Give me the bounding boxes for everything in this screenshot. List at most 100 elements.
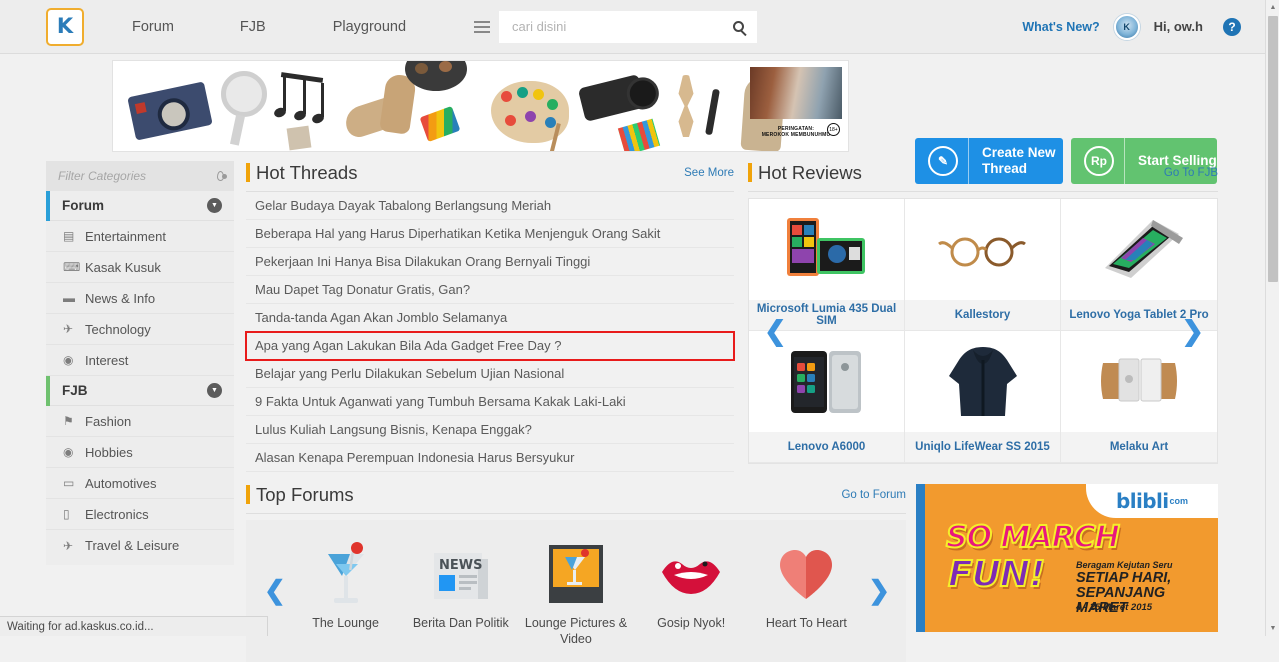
nav-link-playground[interactable]: Playground bbox=[323, 19, 416, 35]
reviews-next-arrow-icon[interactable]: ❯ bbox=[1181, 318, 1204, 345]
help-icon[interactable]: ? bbox=[1223, 18, 1241, 36]
laptop-stand-icon bbox=[1093, 351, 1185, 411]
avatar[interactable]: K bbox=[1114, 14, 1140, 40]
category-sidebar: Forum ▼ ▤ Entertainment ⌨ Kasak Kusuk ▬ … bbox=[46, 161, 234, 565]
group-accent-bar bbox=[46, 191, 50, 221]
thread-item[interactable]: Gelar Budaya Dayak Tabalong Berlangsung … bbox=[246, 192, 734, 220]
photo-icon bbox=[545, 543, 607, 607]
forum-icon: NEWS bbox=[405, 538, 517, 612]
banner-music-notes bbox=[281, 75, 341, 125]
search-field[interactable] bbox=[499, 11, 757, 43]
forum-card[interactable]: Gosip Nyok! bbox=[635, 538, 747, 632]
cigarette-warning-text: PERINGATAN: MEROKOK MEMBUNUHMU bbox=[762, 126, 831, 139]
blibli-logo: blibli com bbox=[1086, 484, 1218, 518]
review-name[interactable]: Uniqlo LifeWear SS 2015 bbox=[905, 432, 1060, 462]
search-input[interactable] bbox=[510, 18, 733, 35]
sidebar-item-interest[interactable]: ◉ Interest bbox=[46, 345, 234, 376]
banner-mirror-handle bbox=[230, 114, 245, 145]
filter-categories-input[interactable] bbox=[56, 168, 217, 184]
sidebar-item-label: Entertainment bbox=[85, 229, 166, 244]
thread-item[interactable]: Pekerjaan Ini Hanya Bisa Dilakukan Orang… bbox=[246, 248, 734, 276]
filter-categories-box[interactable] bbox=[46, 161, 234, 191]
forums-next-arrow-icon[interactable]: ❯ bbox=[868, 575, 890, 606]
thread-item[interactable]: Alasan Kenapa Perempuan Indonesia Harus … bbox=[246, 444, 734, 472]
banner-glasses-object bbox=[420, 106, 461, 142]
scroll-down-arrow-icon[interactable]: ▼ bbox=[1266, 621, 1279, 636]
sidebar-item-news-info[interactable]: ▬ News & Info bbox=[46, 283, 234, 314]
sidebar-item-entertainment[interactable]: ▤ Entertainment bbox=[46, 221, 234, 252]
review-name[interactable]: Lenovo A6000 bbox=[749, 432, 904, 462]
sidebar-item-electronics[interactable]: ▯ Electronics bbox=[46, 499, 234, 530]
sidebar-item-technology[interactable]: ✈ Technology bbox=[46, 314, 234, 345]
whats-new-link[interactable]: What's New? bbox=[1022, 20, 1099, 34]
sidebar-group-fjb[interactable]: FJB ▼ bbox=[46, 376, 234, 406]
forum-card[interactable]: Lounge Pictures & Video bbox=[520, 538, 632, 647]
review-card[interactable]: Lenovo Yoga Tablet 2 Pro bbox=[1061, 199, 1217, 331]
forum-card[interactable]: NEWS Berita Dan Politik bbox=[405, 538, 517, 632]
ad-subtext-3: 4 - 25 Maret 2015 bbox=[1076, 602, 1152, 613]
review-card[interactable]: Uniqlo LifeWear SS 2015 bbox=[905, 331, 1061, 463]
search-icon[interactable] bbox=[733, 21, 744, 32]
review-image bbox=[1061, 331, 1217, 432]
kaskus-logo[interactable]: K bbox=[46, 8, 84, 46]
blibli-ad-banner[interactable]: blibli com SO MARCH FUN! Beragam Kejutan… bbox=[916, 484, 1218, 632]
thread-item[interactable]: Mau Dapet Tag Donatur Gratis, Gan? bbox=[246, 276, 734, 304]
go-to-forum-link[interactable]: Go to Forum bbox=[841, 489, 906, 501]
review-image bbox=[749, 199, 904, 300]
airplane-icon: ✈ bbox=[63, 539, 85, 553]
device-icon: ▯ bbox=[63, 507, 85, 521]
sidebar-group-forum-label: Forum bbox=[62, 198, 104, 213]
page-scrollbar[interactable]: ▲ ▼ bbox=[1265, 0, 1279, 636]
chevron-down-icon[interactable]: ▼ bbox=[207, 383, 222, 398]
hot-reviews-title: Hot Reviews bbox=[748, 160, 862, 186]
review-image bbox=[905, 199, 1060, 300]
forums-prev-arrow-icon[interactable]: ❮ bbox=[264, 575, 286, 606]
forum-label: Berita Dan Politik bbox=[405, 616, 517, 632]
hanger-icon: ⚑ bbox=[63, 414, 85, 428]
sidebar-item-travel-leisure[interactable]: ✈ Travel & Leisure bbox=[46, 530, 234, 561]
review-image bbox=[749, 331, 904, 432]
thread-item[interactable]: Belajar yang Perlu Dilakukan Sebelum Uji… bbox=[246, 360, 734, 388]
top-forums-panel: Top Forums Go to Forum ❮ The Lounge bbox=[246, 482, 906, 662]
thread-item[interactable]: Tanda-tanda Agan Akan Jomblo Selamanya bbox=[246, 304, 734, 332]
thread-item[interactable]: Beberapa Hal yang Harus Diperhatikan Ket… bbox=[246, 220, 734, 248]
review-card[interactable]: Melaku Art bbox=[1061, 331, 1217, 463]
reviews-prev-arrow-icon[interactable]: ❮ bbox=[764, 318, 787, 345]
age-badge: 18+ bbox=[827, 123, 840, 136]
hoodie-icon bbox=[947, 342, 1019, 420]
review-card[interactable]: Microsoft Lumia 435 Dual SIM bbox=[749, 199, 905, 331]
hot-threads-panel: Hot Threads See More Gelar Budaya Dayak … bbox=[246, 160, 734, 472]
thread-item-highlighted[interactable]: Apa yang Agan Lakukan Bila Ada Gadget Fr… bbox=[246, 332, 734, 360]
see-more-link[interactable]: See More bbox=[684, 167, 734, 179]
review-name[interactable]: Kallestory bbox=[905, 300, 1060, 330]
go-to-fjb-link[interactable]: Go To FJB bbox=[1164, 167, 1218, 179]
thread-item[interactable]: Lulus Kuliah Langsung Bisnis, Kenapa Eng… bbox=[246, 416, 734, 444]
hamburger-menu-icon[interactable] bbox=[465, 11, 499, 43]
hot-reviews-grid: Microsoft Lumia 435 Dual SIM Kallestory bbox=[748, 198, 1218, 464]
hot-threads-header: Hot Threads See More bbox=[246, 160, 734, 192]
nav-link-forum[interactable]: Forum bbox=[122, 19, 184, 35]
review-name[interactable]: Melaku Art bbox=[1061, 432, 1217, 462]
thread-item[interactable]: 9 Fakta Untuk Aganwati yang Tumbuh Bersa… bbox=[246, 388, 734, 416]
forum-card[interactable]: The Lounge bbox=[290, 538, 402, 632]
sidebar-item-hobbies[interactable]: ◉ Hobbies bbox=[46, 437, 234, 468]
sidebar-item-kasak-kusuk[interactable]: ⌨ Kasak Kusuk bbox=[46, 252, 234, 283]
top-ad-banner[interactable]: PERINGATAN: MEROKOK MEMBUNUHMU 18+ bbox=[112, 60, 849, 152]
scroll-up-arrow-icon[interactable]: ▲ bbox=[1266, 0, 1279, 15]
ad-side-stripe bbox=[916, 484, 925, 632]
forum-card[interactable]: Heart To Heart bbox=[750, 538, 862, 632]
sidebar-item-automotives[interactable]: ▭ Automotives bbox=[46, 468, 234, 499]
phone-icon bbox=[781, 345, 873, 417]
nav-link-fjb[interactable]: FJB bbox=[230, 19, 276, 35]
review-card[interactable]: Lenovo A6000 bbox=[749, 331, 905, 463]
ad-headline-2: FUN! bbox=[948, 554, 1044, 595]
review-card[interactable]: Kallestory bbox=[905, 199, 1061, 331]
sidebar-item-fashion[interactable]: ⚑ Fashion bbox=[46, 406, 234, 437]
forum-label: Gosip Nyok! bbox=[635, 616, 747, 632]
eye-icon[interactable] bbox=[217, 171, 224, 181]
sidebar-group-forum[interactable]: Forum ▼ bbox=[46, 191, 234, 221]
banner-mirror-object bbox=[221, 71, 267, 117]
chevron-down-icon[interactable]: ▼ bbox=[207, 198, 222, 213]
scrollbar-thumb[interactable] bbox=[1268, 16, 1278, 282]
heart-icon bbox=[776, 547, 836, 603]
